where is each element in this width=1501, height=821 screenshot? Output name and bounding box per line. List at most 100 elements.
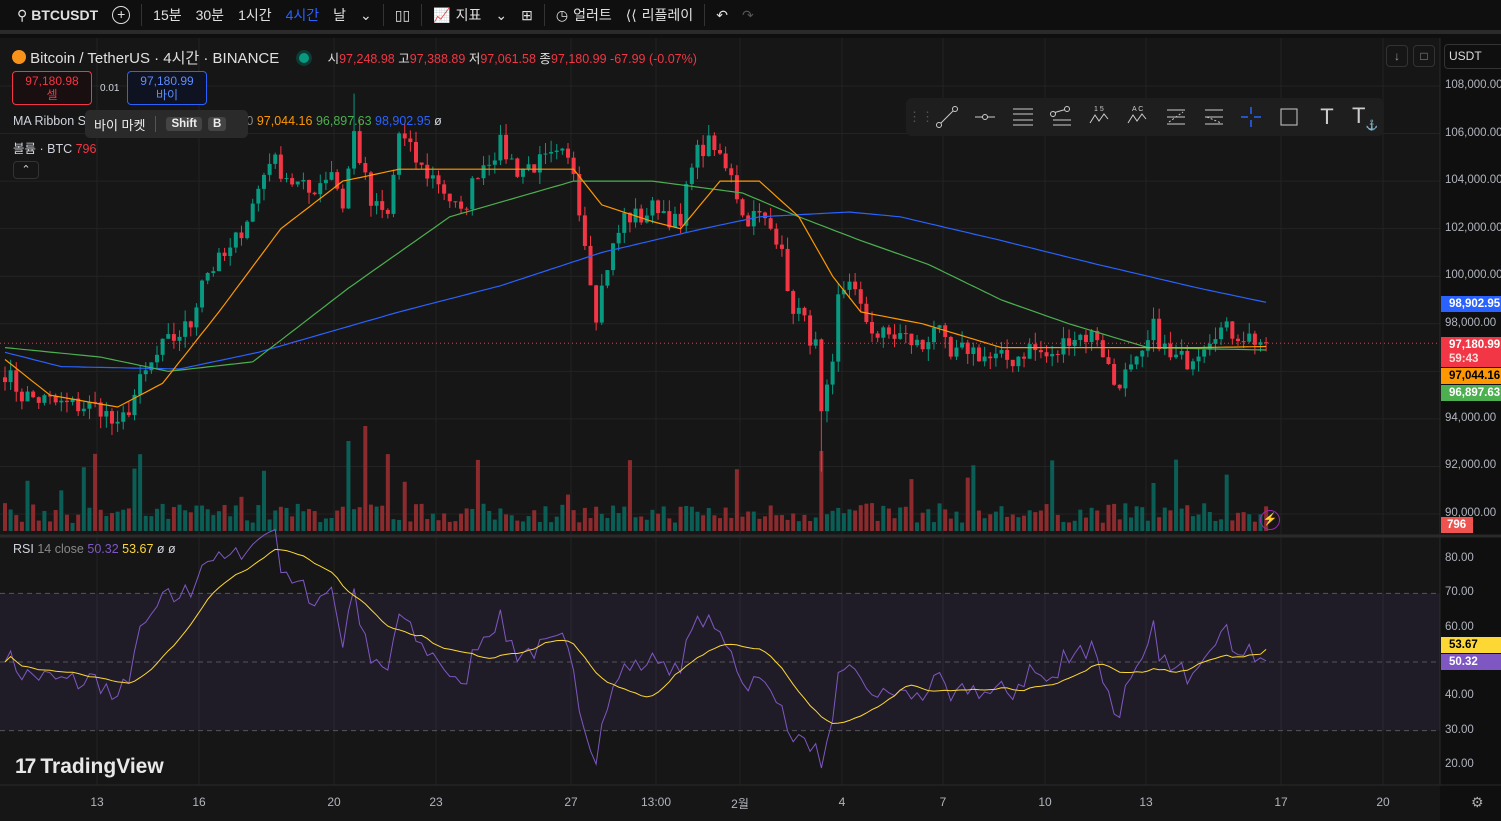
crosshair-tool[interactable] — [1232, 98, 1270, 136]
candle-body — [121, 412, 126, 422]
candle-body — [650, 200, 655, 216]
volume-bar — [126, 508, 131, 531]
sell-button[interactable]: 97,180.98 셀 — [12, 71, 92, 105]
candle-body — [352, 131, 357, 169]
candle-body — [492, 160, 497, 165]
collapse-legend-button[interactable]: ⌃ — [13, 161, 39, 179]
lightning-alert-icon[interactable]: ⚡ — [1260, 510, 1280, 530]
volume-bar — [211, 515, 216, 531]
drag-handle-icon[interactable]: ⋮⋮ — [908, 98, 934, 136]
candle-body — [1151, 318, 1156, 341]
volume-bar — [391, 519, 396, 531]
candle-body — [436, 175, 441, 185]
candle-body — [1235, 338, 1240, 342]
volume-bar — [971, 465, 976, 531]
fib-retracement-tool[interactable] — [1156, 98, 1194, 136]
volume-legend[interactable]: 볼륨 · BTC 796 — [13, 138, 96, 157]
volume-bar — [965, 477, 970, 531]
candle-body — [740, 199, 745, 216]
candle-body — [447, 193, 452, 202]
volume-bar — [701, 515, 706, 531]
candle-body — [19, 391, 24, 402]
candle-body — [1044, 352, 1049, 357]
rsi-legend[interactable]: RSI 14 close 50.32 53.67 ø ø — [13, 542, 176, 556]
xabcd-pattern-tool[interactable]: 1 5 — [1080, 98, 1118, 136]
candle-body — [329, 172, 334, 180]
horizontal-ray-tool[interactable] — [966, 98, 1004, 136]
candle-body — [36, 397, 41, 403]
pitchfork-tool[interactable] — [1042, 98, 1080, 136]
candle-body — [211, 271, 216, 274]
parallel-channel-tool[interactable] — [1004, 98, 1042, 136]
candle-body — [892, 334, 897, 339]
candle-body — [256, 188, 261, 204]
abc-pattern-tool[interactable]: A C — [1118, 98, 1156, 136]
text-tool[interactable]: T — [1308, 98, 1346, 136]
candle-body — [115, 421, 120, 424]
candle-body — [954, 347, 959, 357]
candle-body — [222, 252, 227, 256]
candle-body — [1224, 321, 1229, 328]
currency-selector[interactable]: USDT — [1444, 44, 1501, 69]
volume-bar — [459, 513, 464, 531]
candle-body — [357, 131, 362, 164]
tradingview-logo[interactable]: 17 TradingView — [15, 755, 164, 779]
volume-bar — [273, 510, 278, 531]
volume-bar — [1055, 514, 1060, 531]
volume-bar — [1213, 520, 1218, 531]
candle-body — [340, 188, 345, 209]
trend-line-tool[interactable] — [928, 98, 966, 136]
volume-bar — [138, 454, 143, 531]
volume-bar — [245, 520, 250, 531]
candle-body — [746, 215, 751, 227]
candle-body — [706, 135, 711, 157]
volume-bar — [200, 505, 205, 531]
volume-bar — [870, 503, 875, 531]
volume-bar — [599, 513, 604, 531]
candle-body — [813, 339, 818, 346]
chart-settings-gear-icon[interactable]: ⚙ — [1471, 794, 1484, 811]
volume-bar — [307, 508, 312, 531]
candle-body — [1129, 364, 1133, 370]
candle-body — [1219, 327, 1224, 340]
candle-body — [1123, 369, 1128, 389]
anchored-text-tool[interactable]: T⚓ — [1346, 98, 1384, 136]
fib-extension-tool[interactable] — [1194, 98, 1232, 136]
volume-bar — [1022, 515, 1027, 531]
candle-body — [678, 213, 683, 226]
candle-body — [160, 338, 165, 355]
volume-bar — [1247, 514, 1252, 531]
volume-bar — [93, 453, 98, 531]
volume-bar — [1219, 519, 1224, 531]
volume-bar — [594, 506, 599, 531]
volume-bar — [988, 514, 993, 531]
volume-bar — [368, 504, 373, 531]
candle-body — [413, 141, 418, 163]
wave-ac-icon: A C — [1127, 106, 1147, 124]
volume-bar — [492, 519, 497, 531]
scroll-to-latest-button[interactable]: ↓ — [1386, 45, 1408, 67]
volume-bar — [475, 459, 480, 531]
time-tick-label: 7 — [939, 795, 947, 809]
auto-scale-button[interactable]: □ — [1413, 45, 1435, 67]
volume-bar — [1016, 517, 1021, 531]
ma-slow-price-tag: 98,902.95 — [1441, 296, 1501, 312]
candle-body — [594, 285, 599, 323]
volume-bar — [1241, 512, 1246, 531]
candle-body — [723, 153, 728, 169]
volume-bar — [53, 510, 58, 531]
volume-bar — [616, 513, 621, 531]
volume-bar — [98, 509, 103, 531]
candle-body — [920, 339, 925, 350]
candle-body — [278, 154, 283, 179]
candle-body — [1067, 338, 1072, 346]
buy-button[interactable]: 97,180.99 바이 — [127, 71, 207, 105]
candle-body — [971, 347, 976, 355]
volume-bar — [622, 506, 627, 531]
volume-bar — [1072, 520, 1077, 531]
rectangle-tool[interactable] — [1270, 98, 1308, 136]
candle-body — [155, 354, 160, 363]
volume-bar — [115, 511, 120, 531]
candle-body — [323, 179, 328, 184]
candle-body — [346, 168, 351, 209]
